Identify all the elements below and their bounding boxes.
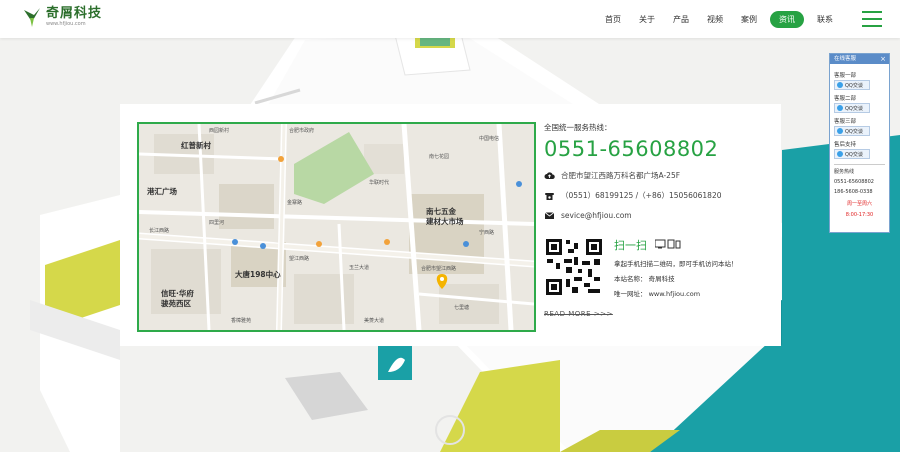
qq-chat-button[interactable]: QQ交谈	[834, 80, 870, 90]
service-time: 8:00-17:30	[845, 212, 874, 218]
service-number: 186-5608-0338	[834, 189, 873, 195]
hamburger-menu-icon[interactable]	[862, 11, 882, 27]
map-label: 金寨路	[287, 199, 302, 206]
main-nav: 首页 关于 产品 视频 案例 资讯 联系	[596, 11, 842, 28]
scan-description: 拿起手机扫描二维码，即可手机访问本站！	[614, 260, 738, 268]
map-label: 红普新村	[181, 140, 211, 150]
brand-name: 奇屑科技	[46, 6, 103, 21]
qq-icon	[837, 128, 843, 134]
nav-products[interactable]: 产品	[673, 14, 689, 25]
qq-icon	[837, 151, 843, 157]
telephone-icon	[544, 190, 555, 201]
address-text: 合肥市望江西路万科名都广场A-25F	[561, 171, 681, 180]
qr-code	[544, 237, 604, 297]
qq-icon	[837, 105, 843, 111]
map-label: 四里河	[209, 219, 224, 226]
service-number: 0551-65608802	[834, 179, 874, 185]
qq-icon	[837, 82, 843, 88]
location-map[interactable]: 红普新村 港汇广场 大唐198中心 信旺·华府 骏苑西区 南七五金 建材大市场 …	[137, 122, 536, 332]
read-more-link[interactable]: READ MORE >>>	[544, 310, 774, 318]
close-icon[interactable]: ×	[880, 54, 886, 64]
site-name: 本站名称： 奇屑科技	[614, 275, 675, 283]
phone-row: （0551）68199125 /（+86）15056061820	[544, 190, 774, 201]
hotline-number[interactable]: 0551-65608802	[544, 137, 774, 161]
qq-chat-button[interactable]: QQ交谈	[834, 149, 870, 159]
nav-cases[interactable]: 案例	[741, 14, 757, 25]
service-dept: 客服二部	[834, 96, 857, 102]
qq-chat-button[interactable]: QQ交谈	[834, 103, 870, 113]
address-row: 合肥市望江西路万科名都广场A-25F	[544, 170, 774, 181]
site-url: 唯一网址： www.hfjiou.com	[614, 290, 701, 298]
divider	[834, 164, 885, 165]
online-service-panel: 在线客服 × 客服一部 QQ交谈 客服二部 QQ交谈 客服三部 QQ交谈 售后支…	[829, 53, 890, 233]
map-label: 香樟雅苑	[231, 317, 251, 324]
map-label: 中国电信	[479, 135, 499, 142]
map-label: 长江西路	[149, 227, 169, 234]
map-label: 美菱大道	[364, 317, 384, 324]
email-text[interactable]: sevice@hfjiou.com	[561, 211, 632, 220]
map-label: 大唐198中心	[235, 269, 281, 279]
brand-url: www.hfjiou.com	[46, 21, 86, 27]
map-label: 南七五金	[426, 206, 456, 216]
qr-section: 扫一扫 拿起手机扫描二维码，即可手机访问本站！ 本站名称： 奇屑科技 唯一网址：…	[544, 237, 774, 298]
map-label: 华联时代	[369, 179, 389, 186]
contact-info: 全国统一服务热线： 0551-65608802 合肥市望江西路万科名都广场A-2…	[544, 122, 774, 332]
nav-video[interactable]: 视频	[707, 14, 723, 25]
envelope-icon	[544, 210, 555, 221]
map-label: 港汇广场	[147, 186, 177, 196]
map-label: 合肥市政府	[289, 127, 314, 134]
map-label: 宁西路	[479, 229, 494, 236]
map-label: 南七花园	[429, 153, 449, 160]
nav-home[interactable]: 首页	[605, 14, 621, 25]
brand-logo[interactable]: 奇屑科技 www.hfjiou.com	[22, 6, 102, 28]
service-panel-header: 在线客服 ×	[830, 54, 889, 64]
email-row: sevice@hfjiou.com	[544, 210, 774, 221]
map-label: 玉兰大道	[349, 264, 369, 271]
map-label: 七里塘	[454, 304, 469, 311]
top-navigation-bar: 奇屑科技 www.hfjiou.com 首页 关于 产品 视频 案例 资讯 联系	[0, 0, 900, 38]
service-panel-title: 在线客服	[834, 56, 857, 62]
scan-title: 扫一扫	[614, 239, 647, 252]
service-hotline-title: 服务热线	[834, 169, 855, 175]
service-hours: 周一至周六	[846, 201, 872, 207]
nav-contact[interactable]: 联系	[817, 14, 833, 25]
map-label: 合肥市望江西路	[421, 265, 456, 272]
cloud-upload-icon	[544, 170, 555, 181]
map-label: 西园新村	[209, 127, 229, 134]
map-label: 信旺·华府	[161, 288, 194, 298]
map-label: 骏苑西区	[161, 298, 191, 308]
service-dept: 客服三部	[834, 119, 857, 125]
leaf-bird-logo-icon	[24, 8, 40, 27]
map-label: 建材大市场	[425, 216, 464, 226]
map-canvas: 红普新村 港汇广场 大唐198中心 信旺·华府 骏苑西区 南七五金 建材大市场 …	[139, 124, 534, 330]
nav-about[interactable]: 关于	[639, 14, 655, 25]
phone-text: （0551）68199125 /（+86）15056061820	[561, 191, 722, 200]
map-label: 望江西路	[289, 255, 309, 262]
qq-chat-button[interactable]: QQ交谈	[834, 126, 870, 136]
devices-icon	[654, 239, 681, 252]
nav-news[interactable]: 资讯	[770, 11, 804, 28]
hotline-label: 全国统一服务热线：	[544, 123, 612, 132]
service-dept: 客服一部	[834, 73, 857, 79]
service-dept: 售后支持	[834, 142, 857, 148]
